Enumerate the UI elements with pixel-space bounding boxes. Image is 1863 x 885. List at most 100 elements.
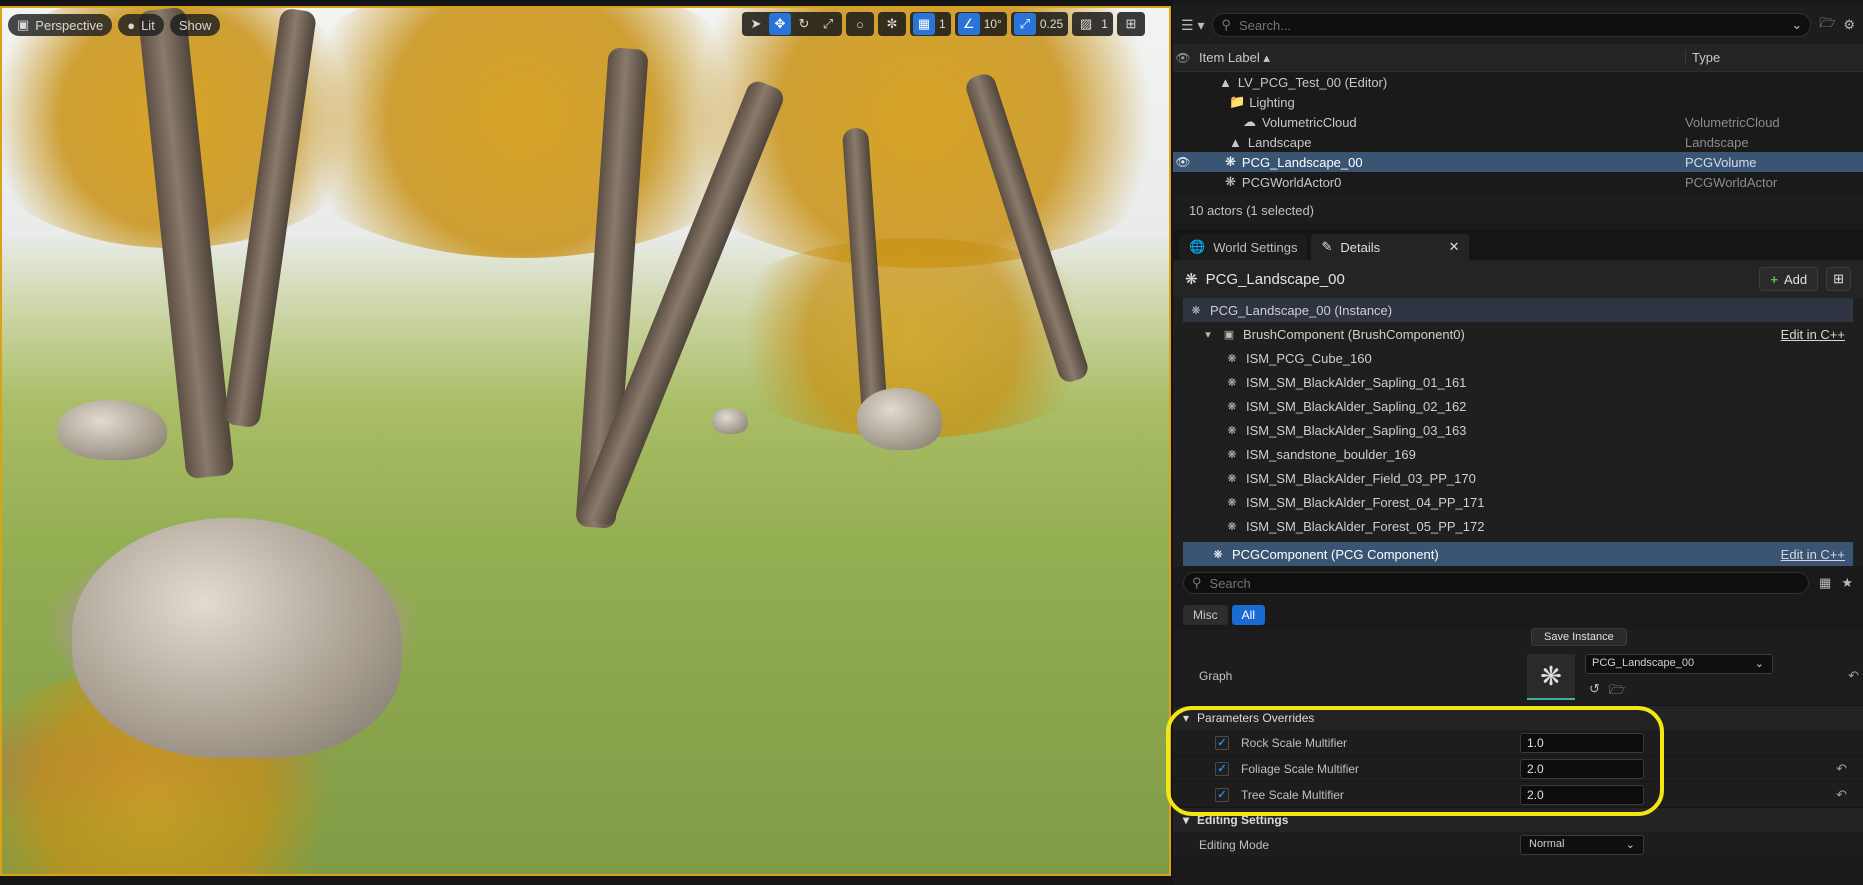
- grid-snap-toggle[interactable]: ▦ 1: [910, 12, 951, 36]
- chevron-down-icon: ⌄: [1754, 658, 1764, 670]
- component-tree: ❋ PCG_Landscape_00 (Instance) ▾ ▣ BrushC…: [1173, 298, 1863, 566]
- component-instance-row[interactable]: ❋ PCG_Landscape_00 (Instance): [1183, 298, 1853, 322]
- sphere-icon: ●: [127, 17, 136, 33]
- rotate-icon[interactable]: ↻: [793, 13, 815, 35]
- graph-asset-dropdown[interactable]: PCG_Landscape_00 ⌄: [1585, 654, 1773, 674]
- tab-world-settings[interactable]: 🌐 World Settings: [1179, 234, 1308, 260]
- angle-icon: ∠: [957, 13, 980, 35]
- param-value-input[interactable]: 2.0: [1520, 758, 1644, 779]
- list-item[interactable]: 📁 Lighting: [1173, 92, 1863, 112]
- graph-asset-icon: ❋: [1540, 660, 1562, 691]
- collapse-arrow-icon: ▾: [1183, 711, 1190, 725]
- pcg-component-icon: ❋: [1213, 548, 1223, 561]
- perspective-button[interactable]: ▣ Perspective: [8, 14, 113, 36]
- pcg-component-row[interactable]: ❋ PCGComponent (PCG Component) Edit in C…: [1183, 542, 1853, 566]
- globe-icon: 🌐: [1189, 239, 1206, 254]
- camera-speed-button[interactable]: ▨ 1: [1072, 12, 1113, 36]
- reset-icon[interactable]: ↶: [1836, 787, 1847, 803]
- ism-icon: ❋: [1227, 520, 1237, 533]
- list-item[interactable]: ▲ LV_PCG_Test_00 (Editor): [1173, 72, 1863, 92]
- surface-snap-icon[interactable]: ✼: [881, 13, 903, 35]
- filter-all[interactable]: All: [1231, 605, 1266, 625]
- list-item[interactable]: ▲ Landscape Landscape: [1173, 132, 1863, 152]
- sandstone-boulder: [712, 408, 748, 434]
- override-checkbox[interactable]: ✓: [1215, 787, 1229, 802]
- editing-settings-section[interactable]: ▾ Editing Settings: [1173, 808, 1863, 832]
- level-viewport[interactable]: ▣ Perspective ● Lit Show ➤ ✥ ↻ ⤢ ○ ✼ ▦ 1…: [0, 6, 1171, 876]
- select-mode-icon[interactable]: ➤: [745, 13, 767, 35]
- translate-icon[interactable]: ✥: [769, 13, 791, 35]
- component-row[interactable]: ❋ ISM_SM_BlackAlder_Sapling_02_162: [1183, 394, 1853, 418]
- close-icon[interactable]: ✕: [1449, 239, 1460, 255]
- lit-button[interactable]: ● Lit: [118, 14, 164, 36]
- param-value-input[interactable]: 2.0: [1520, 784, 1644, 805]
- blueprint-button[interactable]: ⊞: [1826, 267, 1851, 291]
- list-item[interactable]: ❋ PCGWorldActor0 PCGWorldActor: [1173, 172, 1863, 192]
- world-local-icon[interactable]: ○: [849, 13, 871, 35]
- ism-icon: ❋: [1227, 448, 1237, 461]
- component-row[interactable]: ❋ ISM_SM_BlackAlder_Forest_04_PP_171: [1183, 490, 1853, 514]
- list-item-selected[interactable]: 👁 ❋ PCG_Landscape_00 PCGVolume: [1173, 152, 1863, 172]
- list-item[interactable]: ☁ VolumetricCloud VolumetricCloud: [1173, 112, 1863, 132]
- settings-icon[interactable]: ⚙: [1843, 17, 1855, 33]
- component-row[interactable]: ❋ ISM_PCG_Cube_160: [1183, 346, 1853, 370]
- parameters-overrides-section[interactable]: ▾ Parameters Overrides: [1173, 706, 1863, 730]
- add-component-button[interactable]: + Add: [1759, 267, 1819, 291]
- column-type[interactable]: Type: [1685, 50, 1720, 65]
- ism-icon: ❋: [1227, 400, 1237, 413]
- outliner-search[interactable]: ⚲ ⌄: [1212, 13, 1812, 37]
- filter-misc[interactable]: Misc: [1183, 605, 1228, 625]
- use-selected-icon[interactable]: 🗁: [1609, 681, 1625, 703]
- override-checkbox[interactable]: ✓: [1215, 761, 1229, 776]
- scale-snap-toggle[interactable]: ⤢ 0.25: [1010, 12, 1069, 36]
- level-icon: ▲: [1219, 74, 1232, 90]
- collapse-arrow-icon[interactable]: ▾: [1201, 328, 1215, 341]
- ism-icon: ❋: [1227, 376, 1237, 389]
- component-row[interactable]: ❋ ISM_SM_BlackAlder_Forest_05_PP_172: [1183, 514, 1853, 538]
- graph-thumbnail[interactable]: ❋: [1527, 654, 1575, 700]
- ism-icon: ❋: [1227, 352, 1237, 365]
- brush-component-row[interactable]: ▾ ▣ BrushComponent (BrushComponent0) Edi…: [1183, 322, 1853, 346]
- blueprint-icon: ⊞: [1833, 271, 1844, 286]
- star-icon[interactable]: ★: [1841, 575, 1853, 591]
- edit-in-cpp-link[interactable]: Edit in C++: [1781, 327, 1845, 342]
- details-search[interactable]: ⚲: [1183, 572, 1810, 594]
- scale-icon[interactable]: ⤢: [817, 13, 839, 35]
- scale-snap-icon: ⤢: [1013, 13, 1036, 35]
- tab-details[interactable]: ✎ Details ✕: [1311, 234, 1470, 260]
- save-instance-button[interactable]: Save Instance: [1531, 628, 1627, 646]
- visibility-header-icon: 👁: [1175, 50, 1191, 65]
- angle-snap-toggle[interactable]: ∠ 10°: [954, 12, 1007, 36]
- details-search-input[interactable]: [1209, 575, 1801, 591]
- component-row[interactable]: ❋ ISM_sandstone_boulder_169: [1183, 442, 1853, 466]
- override-checkbox[interactable]: ✓: [1215, 735, 1229, 750]
- add-folder-icon[interactable]: 🗁: [1819, 14, 1835, 36]
- outliner-status: 10 actors (1 selected): [1173, 196, 1863, 224]
- component-row[interactable]: ❋ ISM_SM_BlackAlder_Field_03_PP_170: [1183, 466, 1853, 490]
- ism-icon: ❋: [1227, 424, 1237, 437]
- collapse-arrow-icon: ▾: [1183, 813, 1190, 827]
- eye-icon[interactable]: 👁: [1173, 155, 1193, 169]
- graph-label: Graph: [1199, 669, 1233, 683]
- table-view-icon[interactable]: ▦: [1819, 575, 1831, 591]
- param-row-foliage: ✓ Foliage Scale Multifier 2.0 ↶: [1173, 756, 1863, 782]
- sandstone-boulder: [57, 400, 167, 460]
- show-button[interactable]: Show: [169, 14, 221, 36]
- component-row[interactable]: ❋ ISM_SM_BlackAlder_Sapling_01_161: [1183, 370, 1853, 394]
- reset-icon[interactable]: ↶: [1836, 761, 1847, 777]
- edit-in-cpp-link[interactable]: Edit in C++: [1781, 547, 1845, 562]
- camera-icon: ▨: [1080, 16, 1093, 31]
- component-row[interactable]: ❋ ISM_SM_BlackAlder_Sapling_03_163: [1183, 418, 1853, 442]
- brush-icon: ▣: [1223, 328, 1235, 341]
- layout-icon[interactable]: ⊞: [1120, 13, 1142, 35]
- editing-mode-dropdown[interactable]: Normal ⌄: [1520, 834, 1644, 855]
- column-item-label[interactable]: Item Label ▴: [1199, 50, 1270, 66]
- reset-icon[interactable]: ↶: [1848, 668, 1859, 684]
- ism-icon: ❋: [1227, 496, 1237, 509]
- param-value-input[interactable]: 1.0: [1520, 732, 1644, 753]
- folder-icon: 📁: [1229, 94, 1246, 109]
- filter-icon[interactable]: ☰ ▾: [1181, 17, 1204, 34]
- browse-asset-icon[interactable]: ↺: [1589, 681, 1600, 697]
- outliner-search-input[interactable]: [1239, 17, 1784, 33]
- chevron-down-icon[interactable]: ⌄: [1791, 17, 1802, 33]
